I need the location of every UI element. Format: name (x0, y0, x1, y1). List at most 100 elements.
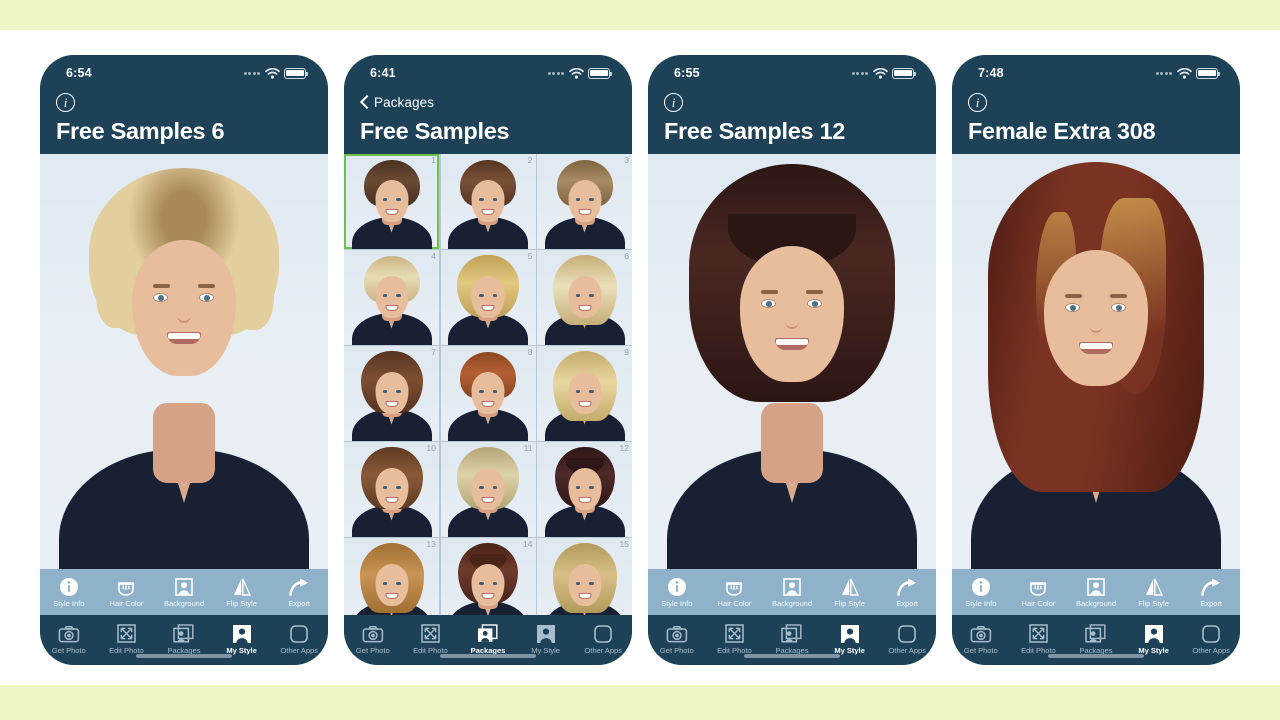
tab-packages[interactable]: Packages (1067, 623, 1125, 655)
stacked-frames-icon (1083, 623, 1109, 644)
thumb-mouth (482, 402, 494, 406)
thumb-eye-left (479, 294, 484, 297)
thumb-eye-left (382, 294, 387, 297)
status-indicators (547, 67, 612, 79)
thumb-eye-left (382, 198, 387, 201)
action-export-button[interactable]: Export (1182, 576, 1240, 608)
model-mouth (775, 338, 809, 351)
action-export-button[interactable]: Export (878, 576, 936, 608)
action-hair-color-button[interactable]: Hair Color (1010, 576, 1068, 608)
style-thumbnail[interactable]: 10 (344, 442, 439, 537)
tab-label: Get Photo (51, 646, 86, 655)
tab-other-apps[interactable]: Other Apps (270, 623, 328, 655)
style-thumbnail[interactable]: 3 (537, 154, 632, 249)
thumb-eye-right (492, 582, 497, 585)
signal-dots-icon (1155, 71, 1172, 75)
tab-edit-photo[interactable]: Edit Photo (1010, 623, 1068, 655)
style-thumbnail[interactable]: 7 (344, 346, 439, 441)
style-thumbnail-grid[interactable]: 1 2 3 4 5 6 7 8 9 10 11 12 13 14 15 (344, 154, 632, 615)
tab-get-photo[interactable]: Get Photo (40, 623, 98, 655)
crop-expand-icon (721, 623, 747, 644)
action-style-info-button[interactable]: Style Info (40, 576, 98, 608)
tab-get-photo[interactable]: Get Photo (344, 623, 402, 655)
back-button[interactable]: Packages (360, 95, 434, 110)
style-thumbnail[interactable]: 5 (440, 250, 536, 345)
style-preview-image[interactable] (952, 154, 1240, 569)
style-thumbnail[interactable]: 8 (440, 346, 536, 441)
style-thumbnail[interactable]: 1 (344, 154, 439, 249)
action-flip-style-button[interactable]: Flip Style (213, 576, 271, 608)
style-thumbnail[interactable]: 15 (537, 538, 632, 615)
style-thumbnail[interactable]: 14 (440, 538, 536, 615)
action-flip-style-button[interactable]: Flip Style (821, 576, 879, 608)
tab-packages[interactable]: Packages (763, 623, 821, 655)
tab-my-style[interactable]: My Style (821, 623, 879, 655)
tab-other-apps[interactable]: Other Apps (878, 623, 936, 655)
style-thumbnail[interactable]: 9 (537, 346, 632, 441)
stacked-frames-icon (171, 623, 197, 644)
style-preview-image[interactable] (648, 154, 936, 569)
camera-icon (664, 623, 690, 644)
action-background-button[interactable]: Background (763, 576, 821, 608)
style-thumbnail[interactable]: 6 (537, 250, 632, 345)
action-flip-style-button[interactable]: Flip Style (1125, 576, 1183, 608)
info-circle-icon[interactable]: i (56, 92, 75, 112)
thumb-mouth (579, 306, 590, 310)
style-thumbnail[interactable]: 2 (440, 154, 536, 249)
tab-other-apps[interactable]: Other Apps (1182, 623, 1240, 655)
tab-my-style[interactable]: My Style (1125, 623, 1183, 655)
thumb-face (471, 372, 505, 415)
thumbnail-number: 12 (619, 443, 629, 454)
thumb-mouth (482, 498, 494, 502)
thumb-face (471, 180, 505, 223)
model-face (740, 246, 844, 383)
thumb-eye-left (479, 486, 484, 489)
tab-get-photo[interactable]: Get Photo (648, 623, 706, 655)
action-background-button[interactable]: Background (1067, 576, 1125, 608)
phone-mockup-female-extra-308: 7:48 i Female Extra 308 Style Info Hair Colo… (952, 55, 1240, 665)
stacked-frames-icon (475, 623, 501, 644)
nav-area: i Female Extra 308 (952, 85, 1240, 155)
action-hair-color-button[interactable]: Hair Color (98, 576, 156, 608)
tab-packages[interactable]: Packages (459, 623, 517, 655)
tab-other-apps[interactable]: Other Apps (574, 623, 632, 655)
action-style-info-button[interactable]: Style Info (952, 576, 1010, 608)
info-circle-icon[interactable]: i (664, 92, 683, 112)
thumb-mouth (386, 498, 397, 502)
action-style-info-button[interactable]: Style Info (648, 576, 706, 608)
action-hair-color-button[interactable]: Hair Color (706, 576, 764, 608)
thumbnail-number: 4 (431, 251, 436, 262)
thumb-eye-right (396, 582, 401, 585)
status-bar: 6:54 (40, 55, 328, 85)
info-circle-icon[interactable]: i (968, 92, 987, 112)
model-eye-right (808, 300, 821, 308)
tab-edit-photo[interactable]: Edit Photo (706, 623, 764, 655)
thumbnail-number: 14 (523, 539, 533, 550)
rounded-square-icon (1198, 623, 1224, 644)
thumb-eye-right (589, 390, 594, 393)
action-export-button[interactable]: Export (270, 576, 328, 608)
style-thumbnail[interactable]: 4 (344, 250, 439, 345)
style-thumbnail[interactable]: 12 (537, 442, 632, 537)
style-preview-image[interactable] (40, 154, 328, 569)
tab-get-photo[interactable]: Get Photo (952, 623, 1010, 655)
thumb-mouth (482, 210, 494, 214)
thumb-eye-right (396, 390, 401, 393)
tab-my-style[interactable]: My Style (517, 623, 575, 655)
style-thumbnail[interactable]: 13 (344, 538, 439, 615)
flip-triangle-icon (1141, 576, 1167, 597)
tab-edit-photo[interactable]: Edit Photo (402, 623, 460, 655)
thumb-face (568, 180, 601, 223)
tab-my-style[interactable]: My Style (213, 623, 271, 655)
style-action-bar: Style Info Hair Color Background Flip Style… (40, 569, 328, 615)
action-background-button[interactable]: Background (155, 576, 213, 608)
tab-edit-photo[interactable]: Edit Photo (98, 623, 156, 655)
tab-packages[interactable]: Packages (155, 623, 213, 655)
thumb-face (375, 180, 408, 223)
action-button-label: Style Info (661, 599, 693, 608)
style-thumbnail[interactable]: 11 (440, 442, 536, 537)
thumb-mouth (579, 594, 590, 598)
thumb-eye-right (589, 294, 594, 297)
action-button-label: Hair Color (109, 599, 144, 608)
camera-icon (360, 623, 386, 644)
